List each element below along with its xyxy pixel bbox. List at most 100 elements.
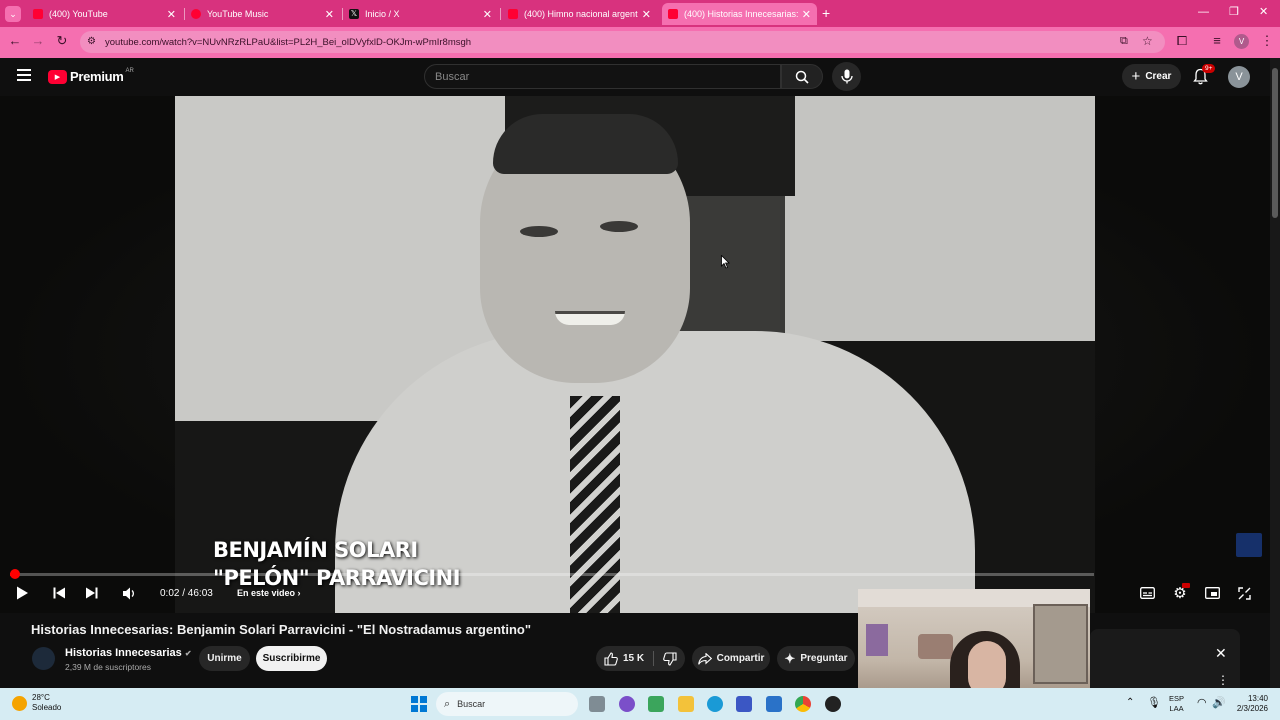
play-button[interactable]	[12, 583, 32, 603]
new-tab-button[interactable]: +	[822, 5, 830, 21]
more-options-icon[interactable]: ⋮	[1217, 673, 1229, 687]
ask-button[interactable]: ✦ Preguntar	[777, 646, 855, 671]
like-button[interactable]: 15 K	[604, 651, 644, 666]
channel-name[interactable]: Historias Innecesarias ✔	[65, 647, 192, 659]
sparkle-icon: ✦	[784, 650, 796, 666]
browser-tab[interactable]: (400) Himno nacional argentino ✕	[502, 3, 657, 25]
channel-watermark[interactable]	[1236, 533, 1262, 557]
region-code: AR	[125, 67, 134, 74]
microphone-icon	[840, 69, 853, 84]
file-explorer-icon[interactable]	[678, 696, 694, 712]
notification-badge: 9+	[1202, 64, 1216, 73]
voice-search-button[interactable]	[832, 62, 861, 91]
notifications-button[interactable]: 9+	[1192, 64, 1216, 88]
copilot-icon[interactable]	[648, 696, 664, 712]
close-tab-icon[interactable]: ✕	[167, 8, 176, 21]
show-hidden-icons[interactable]: ⌃	[1126, 697, 1134, 708]
store-icon[interactable]	[736, 696, 752, 712]
taskbar-search-label: Buscar	[457, 699, 486, 709]
subscribe-button[interactable]: Suscribirme	[256, 646, 327, 671]
restore-icon[interactable]: ❐	[1229, 5, 1239, 18]
bookmark-star-icon[interactable]: ☆	[1142, 34, 1153, 48]
close-window-icon[interactable]: ✕	[1259, 5, 1268, 18]
site-info-icon[interactable]: ⚙	[87, 36, 96, 47]
extensions-icon[interactable]: ⧠	[1173, 33, 1191, 49]
close-panel-icon[interactable]: ✕	[1215, 645, 1227, 662]
subtitles-button[interactable]	[1137, 583, 1157, 603]
previous-button[interactable]	[49, 583, 69, 603]
browser-tab-active[interactable]: (400) Historias Innecesarias: Benj ✕	[662, 3, 817, 25]
edge-icon[interactable]	[707, 696, 723, 712]
speaker-icon[interactable]: 🔊	[1212, 696, 1226, 709]
tab-title: Inicio / X	[365, 9, 400, 19]
time-display: 0:02 / 46:03	[160, 588, 213, 599]
volume-button[interactable]	[119, 583, 139, 603]
chrome-icon[interactable]	[795, 696, 811, 712]
account-avatar[interactable]: V	[1228, 66, 1250, 88]
miniplayer-button[interactable]	[1202, 583, 1222, 603]
lang-line2: LAA	[1169, 704, 1184, 713]
discord-icon[interactable]	[619, 696, 635, 712]
youtube-icon	[33, 9, 43, 19]
play-icon	[16, 586, 28, 600]
subscriber-count: 2,39 M de suscriptores	[65, 662, 151, 672]
address-bar[interactable]: ⚙ youtube.com/watch?v=NUvNRzRLPaU&list=P…	[80, 31, 1165, 53]
search-input[interactable]: Buscar	[424, 64, 781, 89]
youtube-icon	[508, 9, 518, 19]
share-button[interactable]: Compartir	[692, 646, 770, 671]
video-frame[interactable]: BENJAMÍN SOLARI "PELÓN" PARRAVICINI	[175, 96, 1095, 613]
thumbs-down-icon[interactable]	[663, 651, 677, 666]
join-button[interactable]: Unirme	[199, 646, 250, 671]
clock[interactable]: 13:40 2/3/2026	[1233, 694, 1268, 714]
weather-widget[interactable]: 28°C Soleado	[12, 693, 61, 713]
taskbar-search[interactable]: ⌕ Buscar	[436, 692, 578, 716]
minimize-icon[interactable]: —	[1198, 6, 1209, 18]
close-tab-icon[interactable]: ✕	[642, 8, 651, 21]
language-indicator[interactable]: ESP LAA	[1169, 694, 1184, 714]
create-button[interactable]: + Crear	[1122, 64, 1181, 89]
fullscreen-button[interactable]	[1234, 583, 1254, 603]
close-tab-icon[interactable]: ✕	[483, 8, 492, 21]
like-dislike-group: 15 K	[596, 646, 685, 671]
share-label: Compartir	[716, 653, 765, 664]
start-button[interactable]	[411, 696, 427, 712]
wifi-icon[interactable]: ◠	[1197, 696, 1207, 709]
microphone-tray-icon[interactable]: 🎙	[1147, 696, 1161, 709]
ask-label: Preguntar	[800, 653, 848, 664]
browser-tab[interactable]: 𝕏 Inicio / X ✕	[343, 3, 498, 25]
in-this-video-chip[interactable]: En este video ›	[237, 588, 301, 598]
profile-avatar[interactable]: V	[1234, 34, 1249, 49]
progress-bar[interactable]	[10, 569, 1094, 579]
close-tab-icon[interactable]: ✕	[325, 8, 334, 21]
mail-icon[interactable]	[766, 696, 782, 712]
back-icon[interactable]: ←	[6, 33, 24, 48]
plus-icon: +	[1131, 68, 1141, 85]
next-button[interactable]	[81, 583, 101, 603]
page-scrollbar[interactable]	[1270, 58, 1280, 688]
channel-avatar[interactable]	[32, 647, 55, 670]
obs-icon[interactable]	[825, 696, 841, 712]
settings-button[interactable]: ⚙	[1170, 583, 1190, 603]
hamburger-menu-icon[interactable]	[17, 69, 31, 81]
cast-icon[interactable]: ⧉	[1120, 35, 1128, 48]
search-icon: ⌕	[444, 697, 451, 710]
browser-menu-icon[interactable]: ⋮	[1258, 33, 1276, 49]
subtitles-icon	[1139, 587, 1155, 599]
media-controls-icon[interactable]: ≡	[1208, 33, 1226, 48]
scrollbar-thumb[interactable]	[1272, 68, 1278, 218]
forward-icon[interactable]: →	[29, 33, 47, 48]
subscribe-label: Suscribirme	[262, 653, 321, 664]
fullscreen-icon	[1237, 586, 1251, 600]
task-view-icon[interactable]	[589, 696, 605, 712]
browser-tab[interactable]: YouTube Music ✕	[185, 3, 340, 25]
scrubber-handle[interactable]	[10, 569, 20, 579]
browser-tab[interactable]: (400) YouTube ✕	[27, 3, 182, 25]
reload-icon[interactable]: ↻	[53, 33, 71, 49]
tab-search-button[interactable]: ⌄	[5, 6, 21, 22]
search-button[interactable]	[781, 64, 823, 89]
youtube-premium-logo[interactable]: ▶ Premium AR	[48, 67, 134, 84]
video-player[interactable]: BENJAMÍN SOLARI "PELÓN" PARRAVICINI 0:02…	[0, 96, 1270, 613]
chevron-right-icon: ›	[297, 588, 301, 598]
close-tab-icon[interactable]: ✕	[802, 8, 811, 21]
weather-temp: 28°C	[32, 693, 50, 702]
